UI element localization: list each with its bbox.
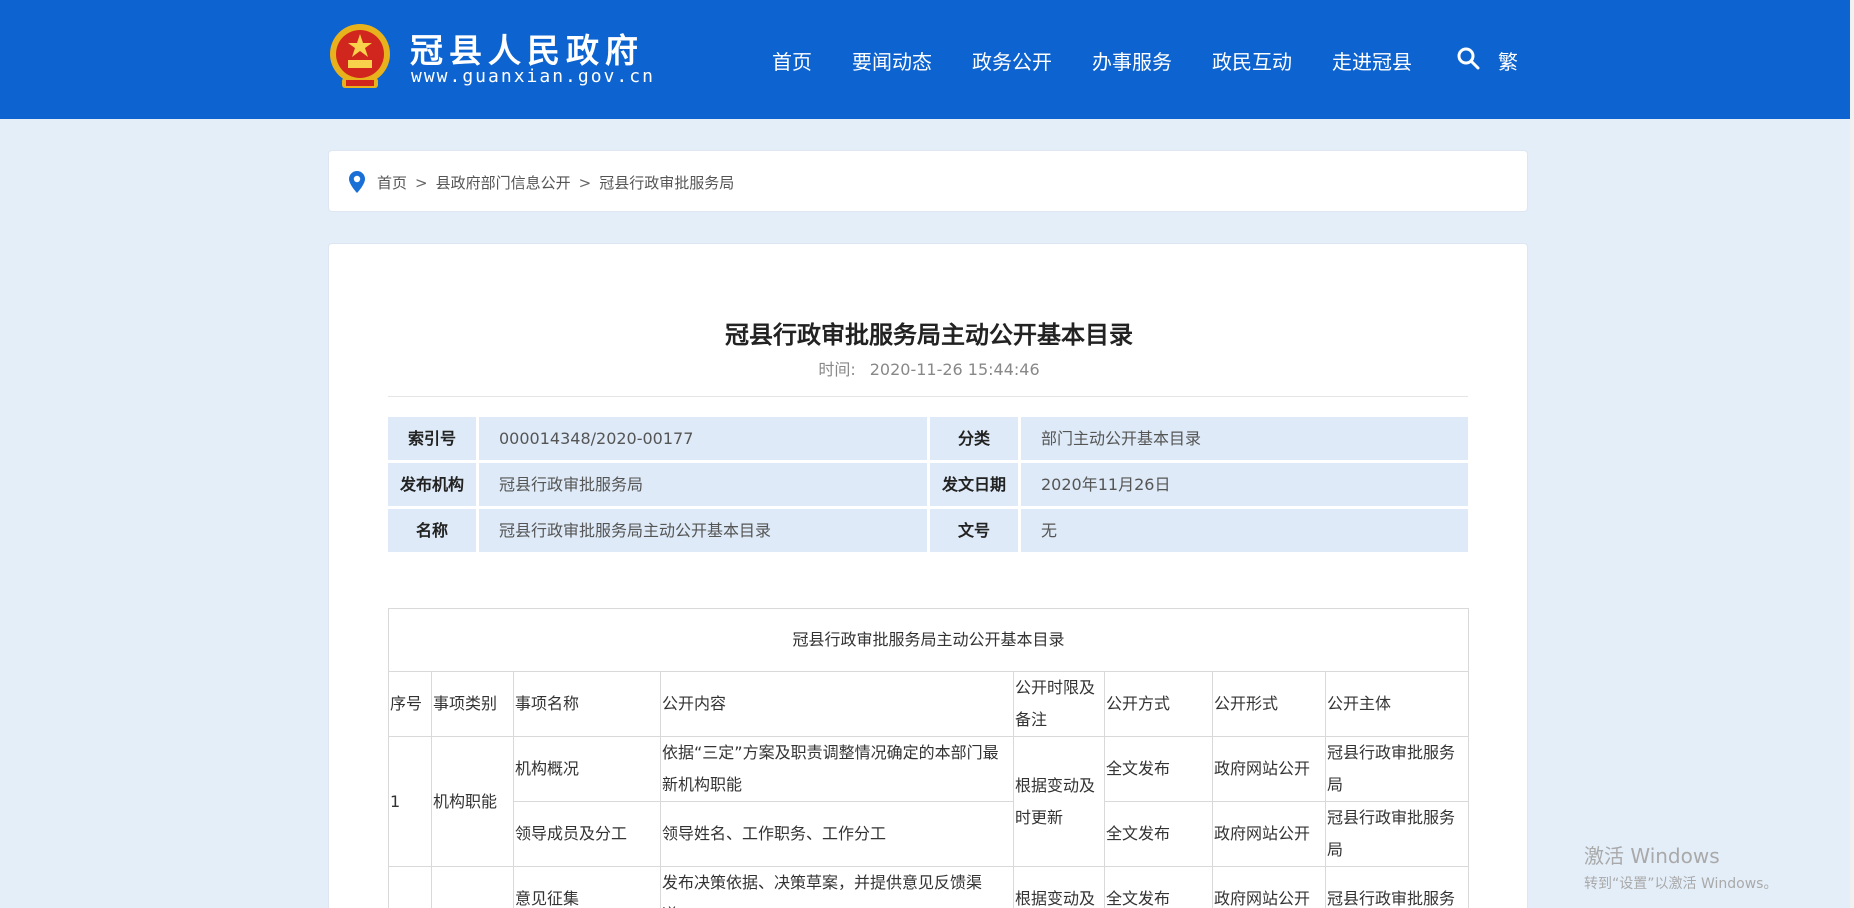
- cell-item-name: 领导成员及分工: [513, 801, 661, 867]
- cell-content: 依据“三定”方案及职责调整情况确定的本部门最新机构职能: [660, 736, 1014, 802]
- breadcrumb-dept-info[interactable]: 县政府部门信息公开: [436, 172, 571, 193]
- cell-timing: 根据变动及: [1013, 866, 1105, 908]
- table-row: 意见征集 发布决策依据、决策草案，并提供意见反馈渠道， 根据变动及 全文发布 政…: [388, 866, 1470, 908]
- column-header: 公开主体: [1324, 671, 1470, 737]
- breadcrumb-current[interactable]: 冠县行政审批服务局: [599, 172, 734, 193]
- column-header: 序号: [388, 671, 432, 737]
- meta-value: 冠县行政审批服务局: [479, 463, 927, 506]
- column-header: 公开时限及备注: [1013, 671, 1105, 737]
- cell-timing: 根据变动及时更新: [1013, 736, 1105, 867]
- watermark-title: 激活 Windows: [1584, 844, 1720, 868]
- table-row: 1 机构职能 机构概况 依据“三定”方案及职责调整情况确定的本部门最新机构职能 …: [388, 736, 1470, 867]
- cell-item-name: 机构概况: [513, 736, 661, 802]
- nav-item-news[interactable]: 要闻动态: [852, 46, 932, 75]
- cell-subject: 冠县行政审批服务局: [1324, 736, 1470, 802]
- column-header: 公开内容: [660, 671, 1014, 737]
- site-url: www.guanxian.gov.cn: [411, 66, 655, 87]
- breadcrumb-separator: >: [415, 174, 428, 192]
- column-header: 事项名称: [513, 671, 661, 737]
- breadcrumb-separator: >: [578, 174, 592, 192]
- cell-method: 全文发布: [1104, 866, 1213, 908]
- watermark-subtitle: 转到“设置”以激活 Windows。: [1584, 876, 1778, 892]
- meta-value: 部门主动公开基本目录: [1021, 417, 1468, 460]
- nav-item-about[interactable]: 走进冠县: [1332, 46, 1412, 75]
- time-value: 2020-11-26 15:44:46: [869, 360, 1040, 379]
- breadcrumb-home[interactable]: 首页: [377, 172, 407, 193]
- cell-content: 发布决策依据、决策草案，并提供意见反馈渠道，: [660, 866, 1014, 908]
- meta-row: 名称 冠县行政审批服务局主动公开基本目录 文号 无: [388, 509, 1468, 552]
- meta-row: 索引号 000014348/2020-00177 分类 部门主动公开基本目录: [388, 417, 1468, 460]
- meta-label: 发布机构: [388, 463, 476, 506]
- column-header: 公开方式: [1104, 671, 1213, 737]
- table-row: 领导成员及分工 领导姓名、工作职务、工作分工 全文发布 政府网站公开 冠县行政审…: [389, 801, 1470, 867]
- national-emblem-icon[interactable]: [328, 22, 392, 92]
- location-pin-icon: [349, 171, 365, 193]
- nav-item-services[interactable]: 办事服务: [1092, 46, 1172, 75]
- catalog-table: 冠县行政审批服务局主动公开基本目录 序号 事项类别 事项名称 公开内容 公开时限…: [387, 608, 1470, 908]
- meta-label: 分类: [930, 417, 1018, 460]
- cell-form: 政府网站公开: [1212, 866, 1326, 908]
- search-icon[interactable]: [1456, 46, 1480, 70]
- cell-category: 机构职能: [431, 736, 514, 867]
- meta-label: 发文日期: [930, 463, 1018, 506]
- site-title[interactable]: 冠县人民政府: [410, 24, 644, 72]
- cell-content: 领导姓名、工作职务、工作分工: [660, 801, 1014, 867]
- scrollbar[interactable]: [1850, 0, 1854, 908]
- divider: [388, 396, 1468, 397]
- cell-no: 1: [388, 736, 432, 867]
- article-card: 冠县行政审批服务局主动公开基本目录 时间: 2020-11-26 15:44:46…: [328, 243, 1528, 908]
- meta-value: 冠县行政审批服务局主动公开基本目录: [479, 509, 927, 552]
- cell-form: 政府网站公开: [1212, 801, 1326, 867]
- column-header: 公开形式: [1212, 671, 1326, 737]
- cell-form: 政府网站公开: [1212, 736, 1326, 802]
- meta-value: 2020年11月26日: [1021, 463, 1468, 506]
- traditional-chinese-toggle[interactable]: 繁: [1498, 46, 1518, 75]
- cell-method: 全文发布: [1104, 736, 1213, 802]
- cell-category: [431, 866, 514, 908]
- cell-item-name: 意见征集: [513, 866, 661, 908]
- meta-label: 索引号: [388, 417, 476, 460]
- catalog-caption: 冠县行政审批服务局主动公开基本目录: [387, 608, 1470, 672]
- metadata-table: 索引号 000014348/2020-00177 分类 部门主动公开基本目录 发…: [388, 417, 1468, 555]
- time-label: 时间:: [818, 360, 856, 379]
- cell-subject: 冠县行政审批服务局: [1324, 801, 1470, 867]
- article-time: 时间: 2020-11-26 15:44:46: [329, 356, 1529, 380]
- meta-value: 无: [1021, 509, 1468, 552]
- nav-item-gov-open[interactable]: 政务公开: [972, 46, 1052, 75]
- cell-subject: 冠县行政审批服务: [1324, 866, 1470, 908]
- article-title: 冠县行政审批服务局主动公开基本目录: [725, 321, 1133, 349]
- breadcrumb-trail: 首页 > 县政府部门信息公开 > 冠县行政审批服务局: [377, 172, 734, 193]
- site-header: 冠县人民政府 www.guanxian.gov.cn 首页 要闻动态 政务公开 …: [0, 0, 1854, 119]
- cell-no: [388, 866, 432, 908]
- column-header: 事项类别: [431, 671, 514, 737]
- meta-label: 名称: [388, 509, 476, 552]
- nav-item-home[interactable]: 首页: [772, 46, 812, 75]
- breadcrumb: 首页 > 县政府部门信息公开 > 冠县行政审批服务局: [328, 150, 1528, 212]
- windows-activation-watermark: 激活 Windows 转到“设置”以激活 Windows。: [1584, 840, 1777, 893]
- meta-label: 文号: [930, 509, 1018, 552]
- meta-value: 000014348/2020-00177: [479, 417, 927, 460]
- meta-row: 发布机构 冠县行政审批服务局 发文日期 2020年11月26日: [388, 463, 1468, 506]
- nav-item-interaction[interactable]: 政民互动: [1212, 46, 1292, 75]
- cell-method: 全文发布: [1104, 801, 1213, 867]
- table-header-row: 序号 事项类别 事项名称 公开内容 公开时限及备注 公开方式 公开形式 公开主体: [388, 671, 1470, 737]
